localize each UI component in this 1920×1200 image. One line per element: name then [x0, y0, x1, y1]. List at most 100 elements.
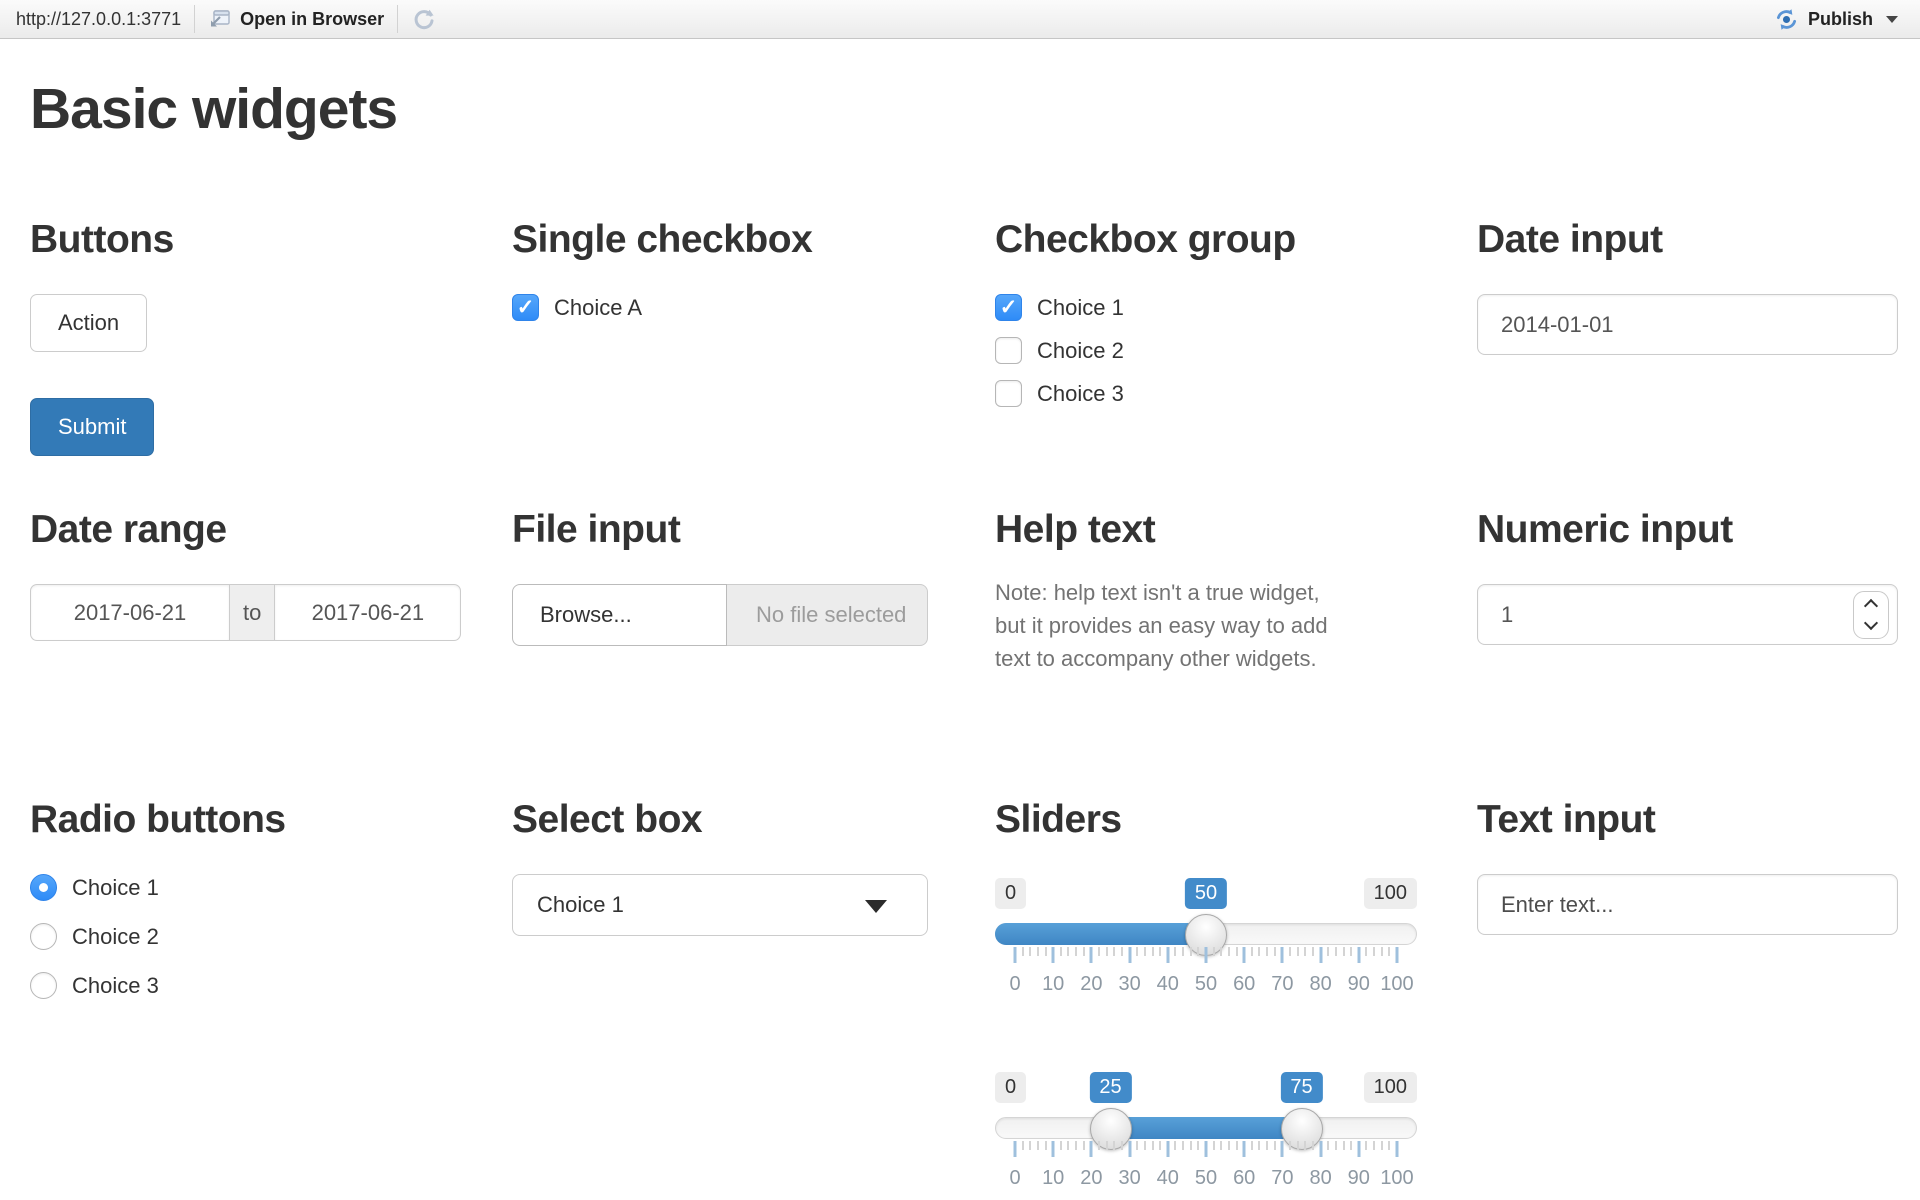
slider-tick-mark: [1343, 1141, 1345, 1150]
date-input-field[interactable]: [1477, 294, 1898, 355]
radio-unselected-icon[interactable]: [30, 923, 57, 950]
slider-tick-mark: [1228, 1141, 1230, 1150]
publish-caret-icon[interactable]: [1886, 16, 1898, 23]
section-single-checkbox: Single checkbox Choice A: [512, 218, 995, 508]
slider-tick-mark: [1197, 1141, 1199, 1150]
browse-button[interactable]: Browse...: [512, 584, 727, 646]
help-text-paragraph: Note: help text isn't a true widget, but…: [995, 576, 1347, 675]
slider-ticks: [995, 1141, 1417, 1159]
slider-tick-label: 60: [1233, 1167, 1255, 1190]
slider-tick-mark: [1037, 947, 1039, 956]
slider-tick-labels: 0102030405060708090100: [995, 973, 1417, 997]
radio-row[interactable]: Choice 1: [30, 874, 512, 901]
toolbar-separator: [397, 5, 398, 33]
slider-tick-mark: [1381, 1141, 1383, 1150]
slider-tick-label: 80: [1309, 973, 1331, 996]
slider-tick-mark: [1159, 947, 1161, 956]
slider-max-label: 100: [1364, 878, 1417, 909]
slider-tick-mark: [1136, 1141, 1138, 1150]
checkbox-row[interactable]: Choice 3: [995, 380, 1477, 407]
file-status-text: No file selected: [727, 584, 928, 646]
checkbox-row[interactable]: Choice 1: [995, 294, 1477, 321]
publish-label: Publish: [1808, 9, 1873, 30]
section-file-input: File input Browse... No file selected: [512, 508, 995, 798]
slider-tick-label: 40: [1157, 973, 1179, 996]
section-select-box: Select box Choice 1: [512, 798, 995, 1198]
slider-fill-bar: [1111, 1117, 1302, 1139]
slider-tick-mark: [1274, 1141, 1276, 1150]
checkbox-label: Choice 2: [1037, 338, 1124, 364]
radio-row[interactable]: Choice 2: [30, 923, 512, 950]
slider-tick-mark: [1236, 947, 1238, 956]
radio-selected-icon[interactable]: [30, 874, 57, 901]
numeric-stepper[interactable]: [1853, 591, 1889, 639]
slider-tick-mark: [1190, 947, 1192, 956]
slider-max-label: 100: [1364, 1072, 1417, 1103]
section-text-input: Text input: [1477, 798, 1920, 1198]
slider-tick-mark: [1144, 947, 1146, 956]
slider-from-value-badge: 25: [1089, 1072, 1131, 1103]
slider-tick-mark: [1128, 947, 1131, 963]
refresh-icon: [411, 6, 437, 32]
slider-tick-mark: [1243, 947, 1246, 963]
slider-tick-mark: [1029, 1141, 1031, 1150]
radio-label: Choice 3: [72, 973, 159, 999]
checkbox-label: Choice 1: [1037, 295, 1124, 321]
slider-tick-mark: [1052, 1141, 1055, 1157]
text-input-field[interactable]: [1477, 874, 1898, 935]
slider-tick-mark: [1220, 1141, 1222, 1150]
file-input-widget: Browse... No file selected: [512, 584, 995, 646]
slider-tick-mark: [1014, 947, 1017, 963]
checkbox-row[interactable]: Choice 2: [995, 337, 1477, 364]
app-page: Basic widgets Buttons Action Submit Sing…: [0, 76, 1920, 1198]
sliders-widget: 0 100 50 0102030405060708090100 0 100 25…: [995, 878, 1417, 1198]
open-in-browser-button[interactable]: Open in Browser: [208, 7, 384, 31]
stepper-down-icon[interactable]: [1864, 616, 1878, 630]
slider-tick-mark: [1128, 1141, 1131, 1157]
section-heading: Date range: [30, 508, 512, 552]
slider-tick-mark: [1197, 947, 1199, 956]
section-heading: Sliders: [995, 798, 1477, 842]
checkbox-checked-icon[interactable]: [512, 294, 539, 321]
slider-tick-mark: [1136, 947, 1138, 956]
open-in-browser-label: Open in Browser: [240, 9, 384, 30]
action-button[interactable]: Action: [30, 294, 147, 352]
radio-row[interactable]: Choice 3: [30, 972, 512, 999]
section-heading: Select box: [512, 798, 995, 842]
stepper-up-icon[interactable]: [1864, 599, 1878, 613]
date-range-end-field[interactable]: [274, 584, 461, 641]
slider-tick-mark: [1182, 947, 1184, 956]
submit-button[interactable]: Submit: [30, 398, 154, 456]
checkbox-checked-icon[interactable]: [995, 294, 1022, 321]
slider-tick-mark: [1365, 947, 1367, 956]
radio-label: Choice 1: [72, 875, 159, 901]
section-heading: File input: [512, 508, 995, 552]
slider-tick-mark: [1037, 1141, 1039, 1150]
select-dropdown[interactable]: Choice 1: [512, 874, 928, 936]
slider-to-value-badge: 75: [1280, 1072, 1322, 1103]
slider-tick-mark: [1060, 1141, 1062, 1150]
slider-tick-mark: [1190, 1141, 1192, 1150]
checkbox-unchecked-icon[interactable]: [995, 337, 1022, 364]
date-range-widget: to: [30, 584, 512, 641]
slider-tick-label: 0: [1009, 973, 1020, 996]
numeric-input-field[interactable]: [1477, 584, 1898, 645]
slider-tick-mark: [1258, 947, 1260, 956]
refresh-button[interactable]: [411, 6, 437, 32]
date-range-start-field[interactable]: [30, 584, 230, 641]
radio-unselected-icon[interactable]: [30, 972, 57, 999]
slider-tick-label: 70: [1271, 973, 1293, 996]
publish-button[interactable]: Publish: [1774, 7, 1904, 32]
slider-tick-mark: [1113, 947, 1115, 956]
slider-tick-mark: [1159, 1141, 1161, 1150]
slider-tick-label: 20: [1080, 973, 1102, 996]
slider-tick-mark: [1335, 1141, 1337, 1150]
slider-tick-mark: [1365, 1141, 1367, 1150]
checkbox-row[interactable]: Choice A: [512, 294, 995, 321]
slider-tick-mark: [1083, 947, 1085, 956]
slider-tick-mark: [1350, 947, 1352, 956]
checkbox-unchecked-icon[interactable]: [995, 380, 1022, 407]
slider-tick-mark: [1022, 947, 1024, 956]
checkbox-label: Choice 3: [1037, 381, 1124, 407]
section-heading: Checkbox group: [995, 218, 1477, 262]
